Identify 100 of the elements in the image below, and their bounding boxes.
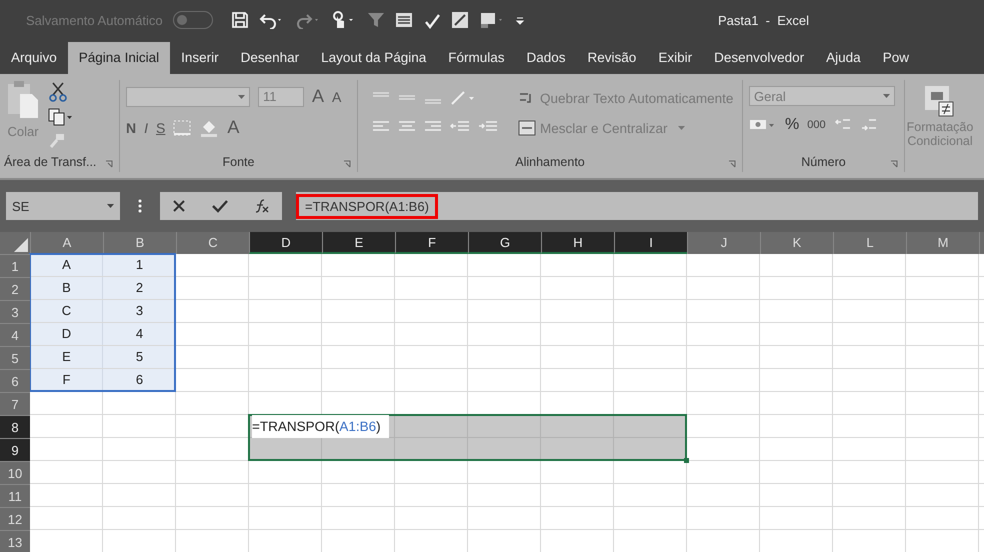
column-header[interactable]: H — [541, 232, 614, 254]
row-header[interactable]: 12 — [0, 507, 30, 530]
chart-edit-icon[interactable] — [450, 11, 469, 29]
column-header[interactable]: A — [30, 232, 103, 254]
conditional-formatting-button[interactable]: Formatação Condicional — [905, 80, 975, 148]
format-painter-icon[interactable] — [48, 132, 66, 150]
group-label: Área de Transf... — [4, 155, 96, 169]
column-header[interactable]: M — [906, 232, 979, 254]
table-cell-text: 6 — [134, 371, 144, 389]
italic-button[interactable]: I — [144, 120, 148, 136]
group-label: Fonte — [222, 155, 254, 169]
borders-icon[interactable] — [173, 120, 192, 136]
decrease-indent-icon[interactable] — [450, 120, 470, 134]
dialog-launcher-icon[interactable] — [728, 160, 736, 168]
ribbon-tab[interactable]: Dados — [516, 42, 577, 74]
column-header[interactable]: B — [103, 232, 176, 254]
column-header[interactable]: D — [249, 232, 322, 254]
paste-button[interactable]: Colar — [6, 80, 40, 152]
scissors-icon[interactable] — [48, 82, 68, 102]
dialog-launcher-icon[interactable] — [890, 160, 898, 168]
copy-icon[interactable] — [48, 108, 74, 126]
shrink-font-button[interactable]: A — [332, 88, 342, 104]
ribbon-tab[interactable]: Página Inicial — [68, 42, 170, 74]
table-cell-text: C — [60, 302, 72, 320]
align-left-icon[interactable] — [372, 120, 390, 134]
table-cell-text: 5 — [134, 348, 144, 366]
row-header[interactable]: 1 — [0, 254, 30, 277]
underline-button[interactable]: S — [156, 120, 166, 136]
picture-add-icon[interactable] — [478, 11, 505, 29]
column-header[interactable]: G — [468, 232, 541, 254]
ribbon-tab[interactable]: Desenhar — [230, 42, 310, 74]
row-header[interactable]: 7 — [0, 392, 30, 415]
row-header[interactable]: 3 — [0, 300, 30, 323]
caret-icon — [238, 94, 245, 98]
merge-cells-icon — [518, 120, 536, 136]
ribbon-tab[interactable]: Layout da Página — [310, 42, 438, 74]
align-right-icon[interactable] — [424, 120, 442, 134]
check-icon[interactable] — [210, 199, 229, 213]
ribbon-tab[interactable]: Inserir — [170, 42, 230, 74]
row-header[interactable]: 11 — [0, 484, 30, 507]
insert-function-icon[interactable] — [254, 198, 270, 214]
row-header[interactable]: 9 — [0, 438, 30, 461]
bold-button[interactable]: N — [126, 120, 136, 136]
font-color-button[interactable]: A — [227, 117, 240, 138]
wrap-text-button[interactable]: Quebrar Texto Automaticamente — [518, 90, 734, 106]
column-header[interactable]: F — [395, 232, 468, 254]
grow-font-button[interactable]: A — [312, 86, 324, 107]
ribbon-tab[interactable]: Exibir — [647, 42, 704, 74]
row-header[interactable]: 10 — [0, 461, 30, 484]
table-cell-text: A — [61, 256, 72, 274]
dialog-launcher-icon[interactable] — [105, 160, 113, 168]
ribbon-tab[interactable]: Pow — [872, 42, 920, 74]
column-header[interactable]: K — [760, 232, 833, 254]
select-all-icon[interactable] — [14, 238, 28, 252]
decrease-decimal-icon[interactable] — [860, 117, 878, 133]
font-name-dropdown[interactable] — [126, 86, 250, 106]
group-label: Número — [801, 155, 846, 169]
percent-button[interactable]: % — [785, 116, 800, 134]
text-orientation-icon[interactable] — [450, 90, 476, 106]
dialog-launcher-icon[interactable] — [343, 160, 351, 168]
autosave-toggle[interactable] — [172, 11, 213, 29]
ribbon-tab[interactable]: Fórmulas — [437, 42, 516, 74]
more-options-icon[interactable] — [138, 198, 142, 214]
table-cell-text: 4 — [134, 325, 144, 343]
row-header[interactable]: 13 — [0, 530, 30, 552]
name-box[interactable]: SE — [6, 192, 120, 220]
cell-formula[interactable]: =TRANSPOR(A1:B6) — [252, 415, 389, 438]
fill-color-icon[interactable] — [199, 118, 220, 136]
number-format-dropdown[interactable]: Geral — [749, 86, 895, 106]
filter-icon[interactable] — [366, 11, 385, 29]
formula-input[interactable]: =TRANSPOR(A1:B6) — [296, 194, 438, 218]
row-header[interactable]: 4 — [0, 323, 30, 346]
row-header[interactable]: 6 — [0, 369, 30, 392]
cancel-icon[interactable] — [172, 199, 186, 213]
merge-center-button[interactable]: Mesclar e Centralizar — [518, 120, 734, 136]
font-size-dropdown[interactable]: 11 — [258, 86, 304, 106]
ribbon-tab[interactable]: Revisão — [576, 42, 648, 74]
column-header[interactable]: J — [687, 232, 760, 254]
save-icon[interactable] — [230, 11, 249, 29]
row-header[interactable]: 8 — [0, 415, 30, 438]
group-label: Alinhamento — [515, 155, 585, 169]
form-icon[interactable] — [394, 11, 413, 29]
table-cell-text: 3 — [134, 302, 144, 320]
table-cell-text: B — [61, 279, 72, 297]
caret-icon — [678, 126, 685, 130]
row-header[interactable]: 2 — [0, 277, 30, 300]
ribbon-tab[interactable]: Arquivo — [0, 42, 68, 74]
ribbon-tab[interactable]: Desenvolvedor — [703, 42, 816, 74]
ribbon-tab[interactable]: Ajuda — [815, 42, 872, 74]
row-header[interactable]: 5 — [0, 346, 30, 369]
window-title: Pasta1 - Excel — [718, 12, 809, 28]
column-header[interactable]: L — [833, 232, 906, 254]
table-cell-text: 2 — [134, 279, 144, 297]
thousands-button[interactable]: 000 — [807, 119, 826, 131]
column-header[interactable]: I — [614, 232, 687, 254]
column-header[interactable]: E — [322, 232, 395, 254]
caret-icon — [883, 94, 890, 98]
increase-indent-icon[interactable] — [478, 120, 498, 134]
align-center-icon[interactable] — [398, 120, 416, 134]
table-cell-text: 1 — [134, 256, 144, 274]
